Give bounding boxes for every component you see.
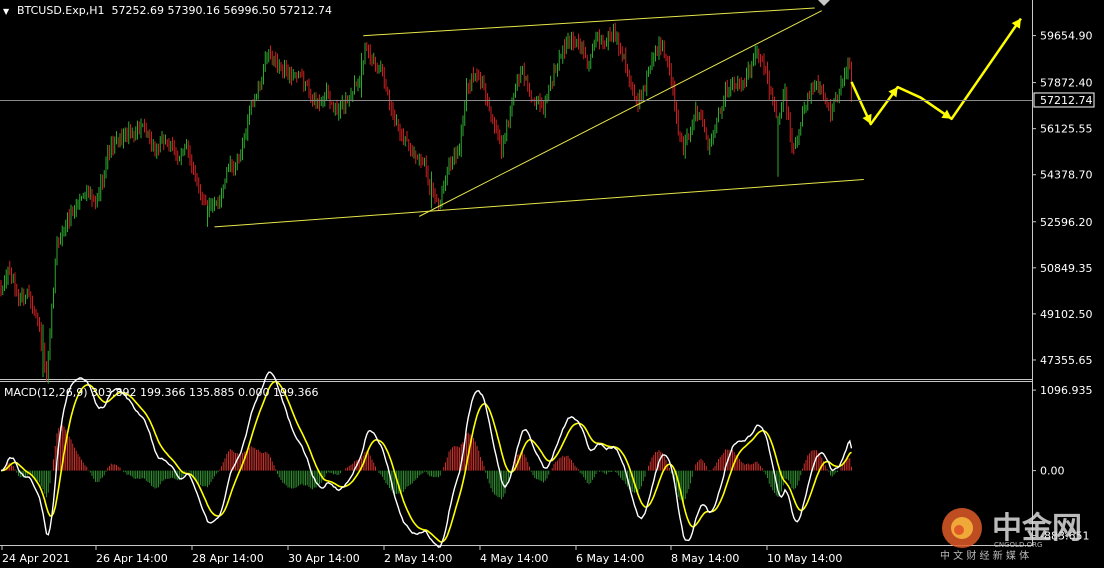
time-tick-label: 30 Apr 14:00 xyxy=(288,552,360,565)
price-tick-label: 49102.50 xyxy=(1040,308,1093,321)
trading-chart[interactable]: 59654.90 57872.40 56125.55 54378.70 52596.20… xyxy=(0,0,1104,568)
price-tick-label: 50849.35 xyxy=(1040,262,1093,275)
collapse-triangle-icon[interactable]: ▼ xyxy=(3,7,10,16)
time-tick-label: 10 May 14:00 xyxy=(767,552,842,565)
price-tick-label: 47355.65 xyxy=(1040,354,1093,367)
time-tick-label: 28 Apr 14:00 xyxy=(192,552,264,565)
time-tick-label: 26 Apr 14:00 xyxy=(96,552,168,565)
price-tick-label: 57872.40 xyxy=(1040,77,1093,90)
price-tick-label: 54378.70 xyxy=(1040,169,1093,182)
price-tick-label: 59654.90 xyxy=(1040,30,1093,43)
cngold-watermark: 中金网 CNGOLD.ORG 中 文 财 经 新 媒 体 xyxy=(940,508,1082,562)
time-tick-label: 4 May 14:00 xyxy=(480,552,548,565)
price-tick-label: 52596.20 xyxy=(1040,216,1093,229)
time-tick-label: 24 Apr 2021 xyxy=(2,552,70,565)
time-tick-label: 2 May 14:00 xyxy=(384,552,452,565)
price-tick-label: 56125.55 xyxy=(1040,123,1093,136)
macd-header: MACD(12,26,9) 303.892 199.366 135.885 0.… xyxy=(4,386,318,399)
time-tick-label: 6 May 14:00 xyxy=(576,552,644,565)
time-tick-label: 8 May 14:00 xyxy=(671,552,739,565)
watermark-domain: CNGOLD.ORG xyxy=(994,541,1042,549)
watermark-tagline: 中 文 财 经 新 媒 体 xyxy=(940,549,1029,562)
symbol-header: BTCUSD.Exp,H1 57252.69 57390.16 56996.50… xyxy=(17,4,332,17)
macd-tick-label: 0.00 xyxy=(1040,465,1065,478)
current-price-label: 57212.74 xyxy=(1040,94,1093,107)
macd-tick-label: 1096.935 xyxy=(1040,384,1093,397)
